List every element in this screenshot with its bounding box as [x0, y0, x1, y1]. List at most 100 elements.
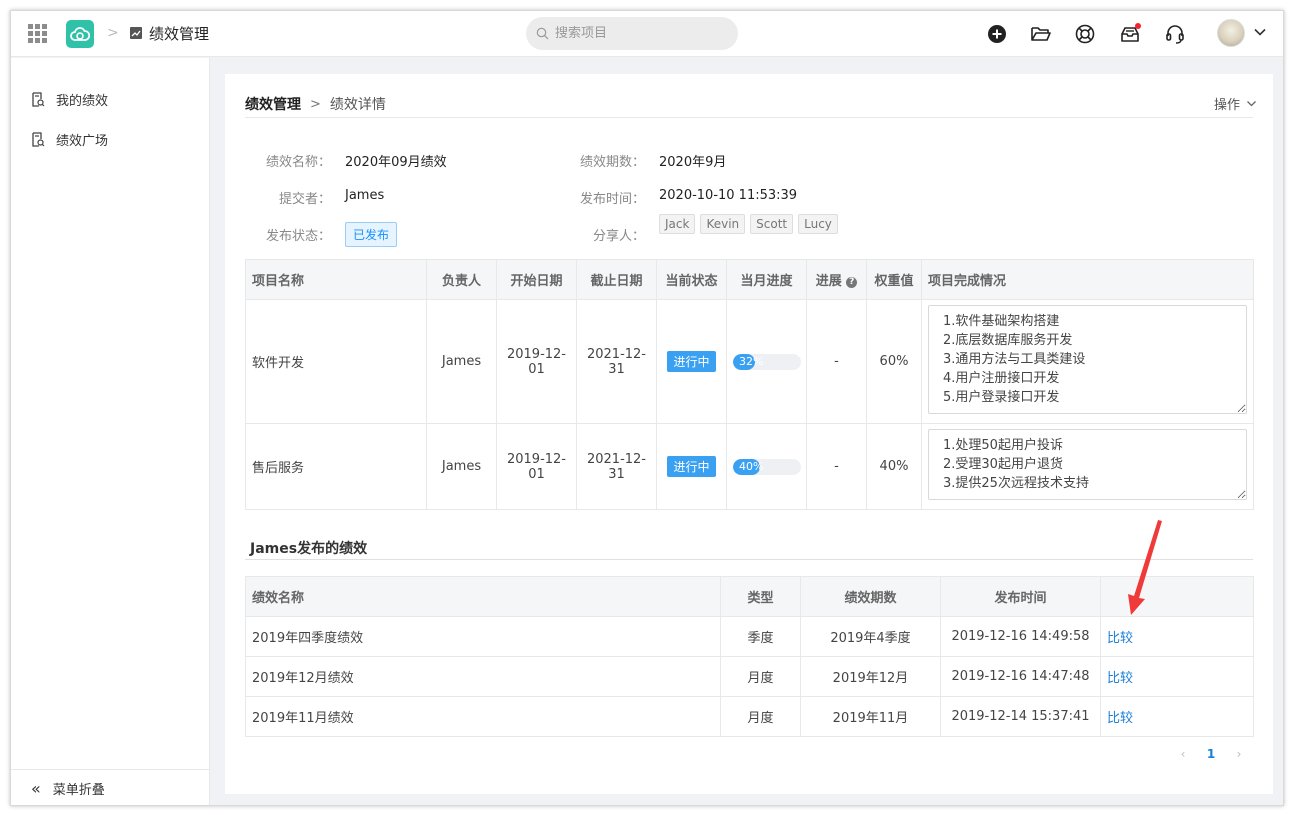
project-start: 2019-12-01 — [496, 423, 577, 510]
sidebar: 我的绩效 绩效广场 « 菜单折叠 — [11, 58, 210, 805]
sharer-tag: Scott — [750, 214, 794, 234]
perf-time: 2019-12-16 14:49:58 — [940, 616, 1101, 657]
pagination: ‹ 1 › — [1169, 747, 1253, 761]
chart-icon — [130, 27, 142, 39]
compare-link[interactable]: 比较 — [1107, 671, 1133, 686]
search-input[interactable] — [555, 26, 725, 41]
completion-textarea[interactable] — [928, 429, 1247, 500]
perf-action-cell: 比较 — [1100, 696, 1254, 737]
publish-time-value: 2020-10-10 11:53:39 — [659, 188, 798, 203]
col-header-name: 绩效名称 — [245, 576, 721, 617]
project-owner: James — [426, 299, 497, 424]
project-progress-dash: - — [806, 423, 867, 510]
folder-open-icon[interactable] — [1029, 22, 1053, 46]
breadcrumb-current: 绩效详情 — [329, 97, 386, 113]
col-header-progress-label: 进展 — [815, 274, 842, 289]
projects-table: 项目名称 负责人 开始日期 截止日期 当前状态 当月进度 进展 ? 权重值 项目… — [245, 259, 1254, 510]
perf-action-cell: 比较 — [1100, 616, 1254, 657]
col-header-end: 截止日期 — [576, 259, 657, 300]
sidebar-item-my-performance[interactable]: 我的绩效 — [11, 79, 210, 119]
help-icon[interactable]: ? — [846, 277, 858, 288]
prev-page-button[interactable]: ‹ — [1169, 747, 1197, 761]
project-status-cell: 进行中 — [656, 423, 727, 510]
project-start: 2019-12-01 — [496, 299, 577, 424]
avatar[interactable] — [1217, 19, 1245, 47]
project-progress-dash: - — [806, 299, 867, 424]
lifebuoy-icon[interactable] — [1073, 22, 1097, 46]
perf-type: 月度 — [720, 656, 801, 697]
operations-dropdown[interactable]: 操作 — [1214, 94, 1257, 113]
sidebar-item-label: 我的绩效 — [56, 93, 109, 109]
status-label: 发布状态： — [265, 229, 331, 244]
col-header-type: 类型 — [720, 576, 801, 617]
col-header-owner: 负责人 — [426, 259, 497, 300]
sharer-tag: Kevin — [700, 214, 746, 234]
period-value: 2020年9月 — [659, 155, 727, 170]
menu-collapse-label: 菜单折叠 — [52, 783, 105, 798]
document-search-icon — [32, 91, 45, 107]
project-weight: 40% — [866, 423, 922, 510]
submitter-value: James — [345, 188, 385, 203]
compare-link[interactable]: 比较 — [1107, 711, 1133, 726]
table-row: 软件开发 James 2019-12-01 2021-12-31 进行中 32%… — [245, 299, 1254, 424]
sharer-tag: Jack — [659, 214, 696, 234]
page-number-1[interactable]: 1 — [1197, 747, 1225, 761]
document-search-icon — [32, 131, 45, 147]
add-circle-icon[interactable] — [985, 22, 1009, 46]
col-header-start: 开始日期 — [496, 259, 577, 300]
sidebar-item-label: 绩效广场 — [56, 133, 109, 149]
perf-period: 2019年11月 — [800, 696, 941, 737]
app-window: > 绩效管理 我的绩效 — [10, 10, 1284, 806]
progress-bar: 40% — [733, 458, 801, 475]
search-box[interactable] — [526, 17, 738, 50]
published-table: 绩效名称 类型 绩效期数 发布时间 2019年四季度绩效 季度 2019年4季度… — [245, 576, 1254, 737]
table-header-row: 绩效名称 类型 绩效期数 发布时间 — [245, 576, 1254, 617]
project-progress-cell: 32% — [726, 299, 807, 424]
project-weight: 60% — [866, 299, 922, 424]
col-header-period: 绩效期数 — [800, 576, 941, 617]
divider — [245, 117, 1253, 118]
inbox-notification-icon[interactable] — [1118, 22, 1142, 46]
perf-period: 2019年12月 — [800, 656, 941, 697]
top-bar: > 绩效管理 — [11, 11, 1283, 57]
chevron-right-icon: > — [310, 96, 321, 112]
sharer-tag: Lucy — [798, 214, 838, 234]
table-row: 2019年11月绩效 月度 2019年11月 2019-12-14 15:37:… — [245, 696, 1254, 737]
breadcrumb: 绩效管理 > 绩效详情 — [245, 94, 386, 114]
chevron-down-icon[interactable] — [1253, 25, 1267, 43]
cloud-logo-icon[interactable] — [66, 20, 94, 48]
completion-textarea[interactable] — [928, 305, 1247, 414]
sidebar-item-performance-square[interactable]: 绩效广场 — [11, 119, 210, 159]
name-label: 绩效名称： — [265, 155, 331, 170]
double-chevron-left-icon: « — [31, 779, 41, 798]
project-progress-cell: 40% — [726, 423, 807, 510]
table-row: 2019年四季度绩效 季度 2019年4季度 2019-12-16 14:49:… — [245, 616, 1254, 657]
table-header-row: 项目名称 负责人 开始日期 截止日期 当前状态 当月进度 进展 ? 权重值 项目… — [245, 259, 1254, 300]
status-badge: 已发布 — [345, 222, 398, 247]
app-grid-icon[interactable] — [28, 24, 47, 43]
submitter-label: 提交者： — [278, 192, 331, 207]
table-row: 2019年12月绩效 月度 2019年12月 2019-12-16 14:47:… — [245, 656, 1254, 697]
perf-type: 月度 — [720, 696, 801, 737]
progress-bar: 32% — [733, 353, 801, 370]
project-status-cell: 进行中 — [656, 299, 727, 424]
menu-collapse-button[interactable]: « 菜单折叠 — [11, 769, 210, 805]
divider — [245, 559, 1253, 560]
progress-label: 40% — [739, 459, 764, 473]
publish-time-label: 发布时间： — [579, 192, 645, 207]
perf-type: 季度 — [720, 616, 801, 657]
project-completion-cell — [921, 299, 1254, 424]
detail-card: 绩效管理 > 绩效详情 操作 绩效名称： 2020年09月绩效 绩效期数： 20… — [225, 74, 1273, 794]
col-header-progress: 进展 ? — [806, 259, 867, 300]
col-header-status: 当前状态 — [656, 259, 727, 300]
perf-time: 2019-12-14 15:37:41 — [940, 696, 1101, 737]
next-page-button[interactable]: › — [1225, 747, 1253, 761]
col-header-time: 发布时间 — [940, 576, 1101, 617]
headset-icon[interactable] — [1163, 22, 1187, 46]
col-header-completion: 项目完成情况 — [921, 259, 1254, 300]
compare-link[interactable]: 比较 — [1107, 631, 1133, 646]
perf-name: 2019年四季度绩效 — [245, 616, 721, 657]
chevron-right-icon: > — [107, 25, 119, 41]
breadcrumb-root[interactable]: 绩效管理 — [245, 94, 301, 114]
project-name: 软件开发 — [245, 299, 427, 424]
